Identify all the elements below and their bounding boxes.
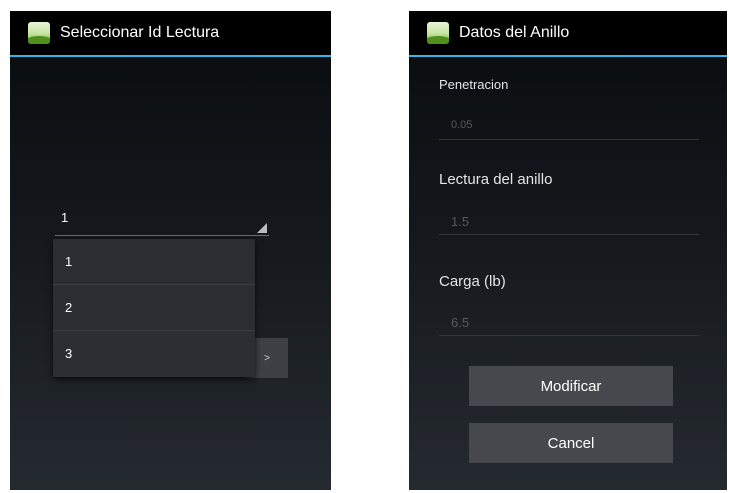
spinner-dropdown-list: 1 2 3 <box>53 239 255 377</box>
lectura-anillo-label: Lectura del anillo <box>439 171 553 188</box>
penetracion-value: 0.05 <box>451 119 473 131</box>
dropdown-option-1[interactable]: 1 <box>53 239 255 285</box>
cancel-button[interactable]: Cancel <box>469 423 673 463</box>
next-button-label: > <box>264 352 270 364</box>
dropdown-option-3[interactable]: 3 <box>53 331 255 377</box>
penetracion-label: Penetracion <box>439 77 509 92</box>
penetracion-field[interactable]: 0.05 <box>439 117 699 140</box>
app-icon <box>427 22 449 44</box>
app-icon <box>28 22 50 44</box>
screen-title: Datos del Anillo <box>459 24 570 41</box>
cancel-button-label: Cancel <box>547 434 595 452</box>
action-bar: Seleccionar Id Lectura <box>10 11 331 57</box>
carga-value: 6.5 <box>451 315 470 330</box>
action-bar: Datos del Anillo <box>409 11 727 57</box>
select-reading-screen: Seleccionar Id Lectura 1 > 1 2 3 <box>10 11 331 490</box>
modificar-button-label: Modificar <box>540 377 602 395</box>
modificar-button[interactable]: Modificar <box>469 366 673 406</box>
lectura-anillo-value: 1.5 <box>451 214 470 229</box>
screen-title: Seleccionar Id Lectura <box>60 24 220 41</box>
reading-id-spinner[interactable]: 1 <box>55 203 269 236</box>
carga-label: Carga (lb) <box>439 273 506 290</box>
spinner-selected-value: 1 <box>61 210 69 225</box>
ring-data-screen: Datos del Anillo Penetracion 0.05 Lectur… <box>409 11 727 490</box>
lectura-anillo-field[interactable]: 1.5 <box>439 212 699 235</box>
spinner-arrow-icon <box>257 223 267 233</box>
dropdown-option-2[interactable]: 2 <box>53 285 255 331</box>
carga-field[interactable]: 6.5 <box>439 313 699 336</box>
